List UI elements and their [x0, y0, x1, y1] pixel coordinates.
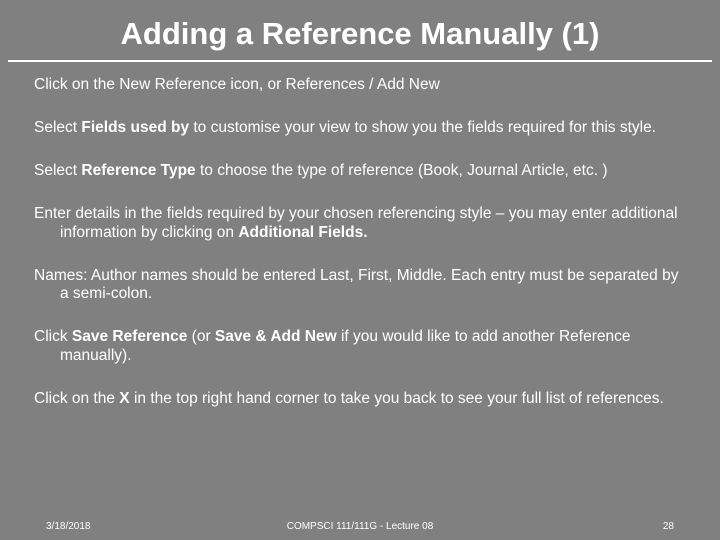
bold-text: X	[119, 390, 129, 407]
footer: 3/18/2018 COMPSCI 111/111G - Lecture 08 …	[0, 521, 720, 532]
paragraph-2: Select Fields used by to customise your …	[34, 119, 686, 138]
paragraph-1: Click on the New Reference icon, or Refe…	[34, 76, 686, 95]
paragraph-3: Select Reference Type to choose the type…	[34, 162, 686, 181]
bold-text: Save & Add New	[215, 328, 337, 345]
bold-text: Save Reference	[72, 328, 187, 345]
text: in the top right hand corner to take you…	[130, 390, 664, 407]
text: Click on the	[34, 390, 119, 407]
paragraph-4: Enter details in the fields required by …	[34, 205, 686, 243]
footer-date: 3/18/2018	[46, 521, 91, 532]
footer-page: 28	[663, 521, 674, 532]
text: Select	[34, 162, 81, 179]
bold-text: Reference Type	[81, 162, 195, 179]
text: (or	[187, 328, 215, 345]
paragraph-6: Click Save Reference (or Save & Add New …	[34, 328, 686, 366]
text: to choose the type of reference (Book, J…	[196, 162, 608, 179]
slide-body: Click on the New Reference icon, or Refe…	[0, 62, 720, 409]
text: Names: Author names should be entered La…	[34, 267, 678, 303]
bold-text: Additional Fields.	[238, 224, 367, 241]
text: Click on the New Reference icon, or Refe…	[34, 76, 440, 93]
slide: Adding a Reference Manually (1) Click on…	[0, 0, 720, 540]
slide-title: Adding a Reference Manually (1)	[0, 0, 720, 60]
text: Click	[34, 328, 72, 345]
footer-center: COMPSCI 111/111G - Lecture 08	[0, 521, 720, 532]
text: Select	[34, 119, 81, 136]
paragraph-5: Names: Author names should be entered La…	[34, 267, 686, 305]
paragraph-7: Click on the X in the top right hand cor…	[34, 390, 686, 409]
text: to customise your view to show you the f…	[189, 119, 656, 136]
bold-text: Fields used by	[81, 119, 189, 136]
